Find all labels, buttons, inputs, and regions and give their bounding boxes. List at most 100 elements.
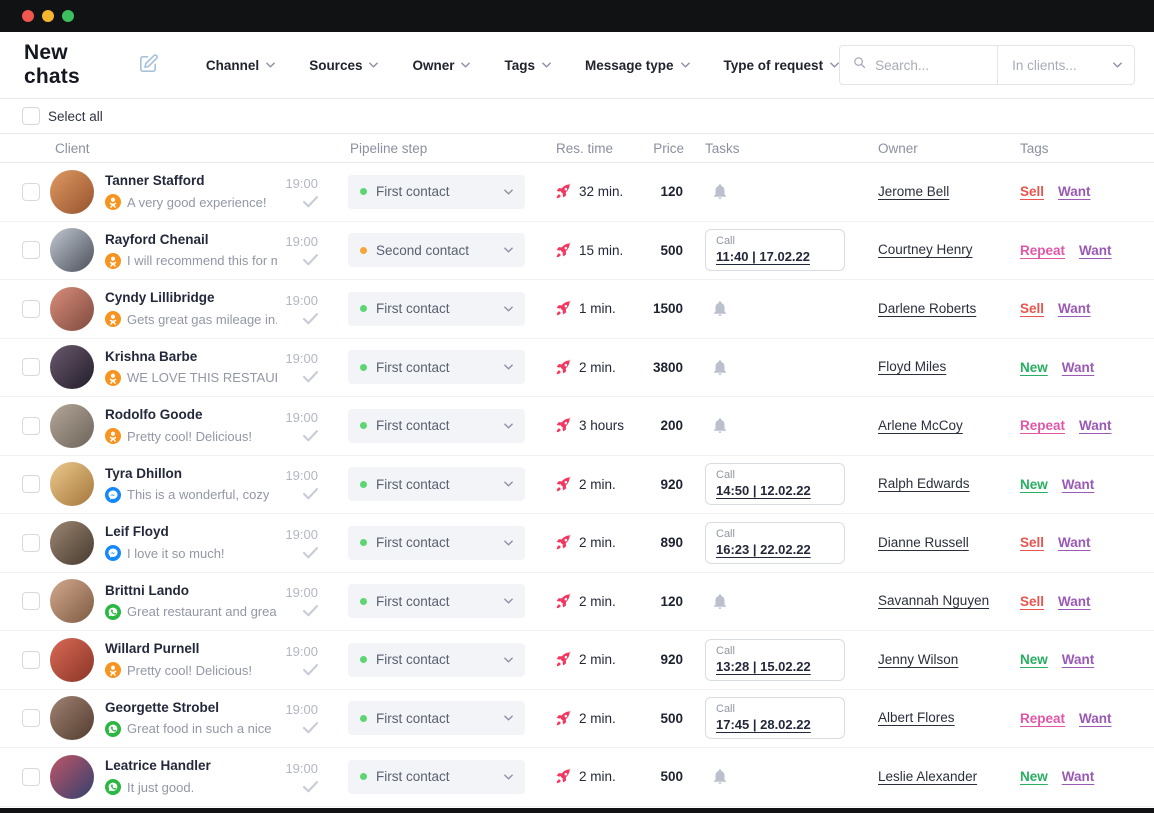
chat-row[interactable]: Tanner Stafford A very good experience! … (0, 163, 1154, 222)
minimize-window-button[interactable] (42, 10, 54, 22)
pipeline-step-select[interactable]: First contact (348, 643, 525, 677)
row-checkbox[interactable] (22, 534, 40, 552)
filter-sources[interactable]: Sources (309, 58, 378, 73)
tag-link[interactable]: Want (1079, 418, 1112, 433)
owner-link[interactable]: Dianne Russell (878, 535, 969, 550)
tag-link[interactable]: Repeat (1020, 711, 1065, 726)
tag-link[interactable]: Want (1058, 184, 1091, 199)
tag-link[interactable]: Want (1062, 477, 1095, 492)
tag-link[interactable]: Want (1062, 360, 1095, 375)
chevron-down-icon (504, 423, 513, 429)
pipeline-step-select[interactable]: First contact (348, 584, 525, 618)
chat-row[interactable]: Krishna Barbe WE LOVE THIS RESTAUR... 19… (0, 339, 1154, 398)
chat-row[interactable]: Rodolfo Goode Pretty cool! Delicious! 19… (0, 397, 1154, 456)
search-scope-select[interactable]: In clients... (998, 46, 1134, 84)
price: 500 (643, 769, 693, 784)
owner-link[interactable]: Ralph Edwards (878, 476, 970, 491)
row-checkbox[interactable] (22, 651, 40, 669)
tag-link[interactable]: Want (1058, 535, 1091, 550)
select-all-checkbox[interactable] (22, 107, 40, 125)
tag-link[interactable]: Sell (1020, 594, 1044, 609)
owner-link[interactable]: Arlene McCoy (878, 418, 963, 433)
filter-owner[interactable]: Owner (412, 58, 470, 73)
tag-link[interactable]: Sell (1020, 184, 1044, 199)
pipeline-step-select[interactable]: First contact (348, 350, 525, 384)
row-checkbox[interactable] (22, 768, 40, 786)
tag-link[interactable]: Want (1079, 243, 1112, 258)
call-task[interactable]: Call 11:40 | 17.02.22 (705, 229, 845, 271)
owner-link[interactable]: Leslie Alexander (878, 769, 977, 784)
owner-link[interactable]: Savannah Nguyen (878, 593, 989, 608)
last-message: Pretty cool! Delicious! (127, 663, 252, 678)
tag-link[interactable]: New (1020, 477, 1048, 492)
pipeline-step-select[interactable]: First contact (348, 701, 525, 735)
tag-link[interactable]: New (1020, 769, 1048, 784)
pipeline-step-select[interactable]: First contact (348, 526, 525, 560)
pipeline-step-select[interactable]: Second contact (348, 233, 525, 267)
chat-row[interactable]: Leif Floyd I love it so much! 19:00 (0, 514, 1154, 573)
row-checkbox[interactable] (22, 358, 40, 376)
compose-button[interactable] (137, 52, 160, 78)
tag-link[interactable]: Want (1058, 301, 1091, 316)
tag-link[interactable]: New (1020, 652, 1048, 667)
owner-link[interactable]: Courtney Henry (878, 242, 973, 257)
tag-link[interactable]: Want (1058, 594, 1091, 609)
tag-link[interactable]: Sell (1020, 301, 1044, 316)
chat-row[interactable]: Willard Purnell Pretty cool! Delicious! … (0, 631, 1154, 690)
pipeline-step-select[interactable]: First contact (348, 175, 525, 209)
tag-link[interactable]: Want (1062, 652, 1095, 667)
price: 3800 (643, 360, 693, 375)
owner-link[interactable]: Albert Flores (878, 710, 955, 725)
pipeline-step-select[interactable]: First contact (348, 760, 525, 794)
row-checkbox[interactable] (22, 417, 40, 435)
row-checkbox[interactable] (22, 300, 40, 318)
row-checkbox[interactable] (22, 592, 40, 610)
step-label: Second contact (376, 243, 469, 258)
chat-row[interactable]: Cyndy Lillibridge Gets great gas mileage… (0, 280, 1154, 339)
bell-icon[interactable] (711, 358, 729, 377)
tag-link[interactable]: Repeat (1020, 418, 1065, 433)
owner-link[interactable]: Darlene Roberts (878, 301, 976, 316)
call-task[interactable]: Call 17:45 | 28.02.22 (705, 697, 845, 739)
filter-message-type[interactable]: Message type (585, 58, 690, 73)
tag-link[interactable]: Sell (1020, 535, 1044, 550)
chat-row[interactable]: Tyra Dhillon This is a wonderful, cozy 1… (0, 456, 1154, 515)
bell-icon[interactable] (711, 592, 729, 611)
pipeline-step-select[interactable]: First contact (348, 409, 525, 443)
call-task[interactable]: Call 16:23 | 22.02.22 (705, 522, 845, 564)
owner-link[interactable]: Jerome Bell (878, 184, 949, 199)
bell-icon[interactable] (711, 182, 729, 201)
chat-row[interactable]: Leatrice Handler It just good. 19:00 (0, 748, 1154, 807)
pipeline-step-select[interactable]: First contact (348, 292, 525, 326)
call-task[interactable]: Call 13:28 | 15.02.22 (705, 639, 845, 681)
chat-row[interactable]: Rayford Chenail I will recommend this fo… (0, 222, 1154, 281)
zoom-window-button[interactable] (62, 10, 74, 22)
bell-icon[interactable] (711, 416, 729, 435)
row-checkbox[interactable] (22, 709, 40, 727)
bell-icon[interactable] (711, 299, 729, 318)
owner-link[interactable]: Jenny Wilson (878, 652, 958, 667)
row-checkbox[interactable] (22, 475, 40, 493)
call-task[interactable]: Call 14:50 | 12.02.22 (705, 463, 845, 505)
tag-link[interactable]: Want (1079, 711, 1112, 726)
search-input[interactable] (875, 58, 985, 73)
tag-link[interactable]: New (1020, 360, 1048, 375)
filter-type-of-request[interactable]: Type of request (724, 58, 840, 73)
filter-type-of-request-label: Type of request (724, 58, 824, 73)
row-checkbox[interactable] (22, 183, 40, 201)
chat-row[interactable]: Georgette Strobel Great food in such a n… (0, 690, 1154, 749)
read-check-icon (303, 664, 318, 676)
bell-icon[interactable] (711, 767, 729, 786)
filter-tags[interactable]: Tags (504, 58, 551, 73)
tag-link[interactable]: Want (1062, 769, 1095, 784)
client-name: Rodolfo Goode (105, 407, 277, 422)
chat-row[interactable]: Brittni Lando Great restaurant and great… (0, 573, 1154, 632)
step-label: First contact (376, 184, 450, 199)
price: 120 (643, 594, 693, 609)
pipeline-step-select[interactable]: First contact (348, 467, 525, 501)
owner-link[interactable]: Floyd Miles (878, 359, 946, 374)
row-checkbox[interactable] (22, 241, 40, 259)
tag-link[interactable]: Repeat (1020, 243, 1065, 258)
filter-channel[interactable]: Channel (206, 58, 275, 73)
close-window-button[interactable] (22, 10, 34, 22)
